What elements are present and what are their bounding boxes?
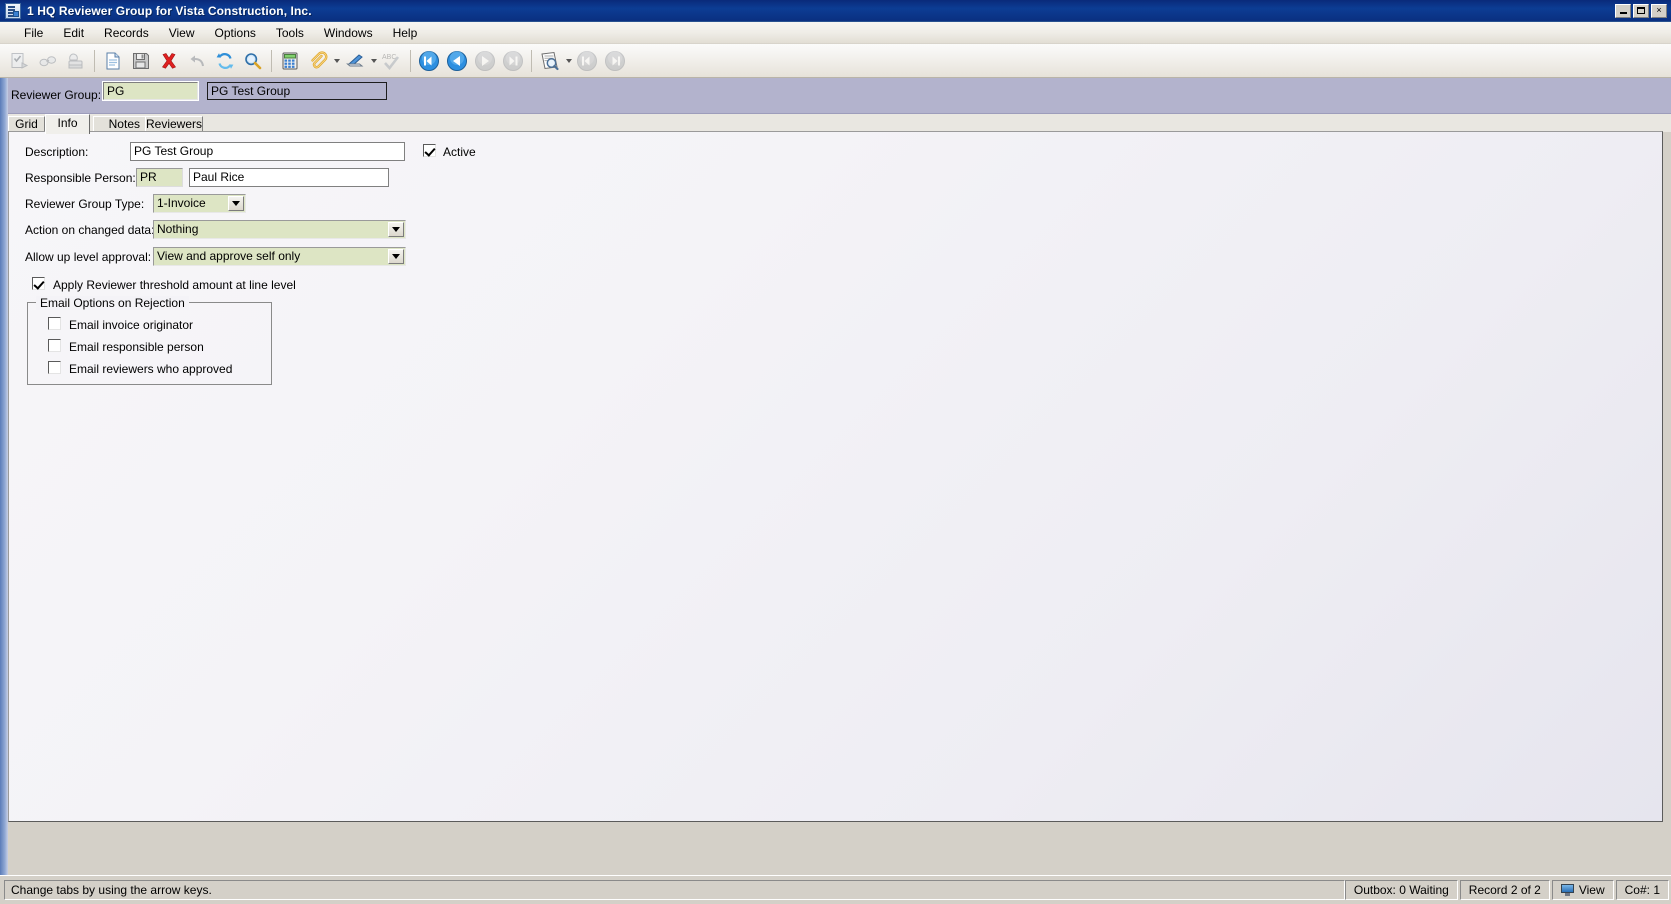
menu-help[interactable]: Help	[383, 23, 428, 43]
menu-tools[interactable]: Tools	[266, 23, 314, 43]
preview-icon[interactable]	[537, 48, 563, 74]
status-view-label: View	[1578, 883, 1605, 897]
undo-icon[interactable]	[184, 48, 210, 74]
email-options-title: Email Options on Rejection	[36, 296, 189, 310]
back-icon[interactable]	[574, 48, 600, 74]
chevron-down-icon[interactable]	[388, 222, 404, 237]
email-reviewers-approved-checkbox[interactable]	[48, 361, 61, 374]
description-input[interactable]: PG Test Group	[130, 142, 405, 161]
tab-strip: Grid Info Notes Reviewers	[0, 114, 1671, 134]
window-left-edge	[0, 78, 8, 875]
tab-reviewers[interactable]: Reviewers	[145, 116, 203, 132]
calculator-icon[interactable]	[277, 48, 303, 74]
attachment-icon[interactable]	[305, 48, 331, 74]
previous-record-icon[interactable]	[444, 48, 470, 74]
forward-icon[interactable]	[602, 48, 628, 74]
new-record-icon[interactable]	[100, 48, 126, 74]
reviewer-group-type-select[interactable]: 1-Invoice	[153, 194, 246, 213]
email-invoice-originator-label: Email invoice originator	[69, 318, 194, 332]
status-bar: Change tabs by using the arrow keys. Out…	[0, 875, 1671, 904]
menu-windows[interactable]: Windows	[314, 23, 383, 43]
application-window-icon	[5, 2, 21, 19]
first-record-icon[interactable]	[416, 48, 442, 74]
maximize-button[interactable]	[1633, 3, 1649, 18]
menu-file[interactable]: File	[14, 23, 53, 43]
status-message: Change tabs by using the arrow keys.	[4, 880, 1345, 900]
status-outbox[interactable]: Outbox: 0 Waiting	[1344, 880, 1458, 900]
info-tab-panel: Description: PG Test Group Active Respon…	[8, 131, 1663, 822]
toolbar: ABC	[0, 44, 1671, 78]
spellcheck-icon[interactable]: ABC	[379, 48, 405, 74]
attachment-dropdown-icon[interactable]	[332, 48, 341, 74]
menu-options[interactable]: Options	[205, 23, 266, 43]
active-label: Active	[443, 145, 476, 159]
window-title: 1 HQ Reviewer Group for Vista Constructi…	[27, 3, 312, 18]
email-reviewers-approved-label: Email reviewers who approved	[69, 362, 233, 376]
email-options-groupbox: Email Options on Rejection Email invoice…	[27, 296, 272, 385]
email-responsible-person-label: Email responsible person	[69, 340, 204, 354]
application-window: 1 HQ Reviewer Group for Vista Constructi…	[0, 0, 1671, 904]
menu-records[interactable]: Records	[94, 23, 159, 43]
reviewer-group-type-label: Reviewer Group Type:	[25, 197, 145, 211]
email-responsible-person-checkbox[interactable]	[48, 339, 61, 352]
apply-threshold-checkbox[interactable]	[32, 277, 45, 290]
next-record-icon[interactable]	[472, 48, 498, 74]
tab-grid[interactable]: Grid	[8, 116, 45, 132]
allow-up-level-approval-label: Allow up level approval:	[25, 250, 152, 264]
allow-up-level-approval-value: View and approve self only	[157, 249, 301, 263]
menu-view[interactable]: View	[159, 23, 205, 43]
status-company: Co#: 1	[1615, 880, 1669, 900]
responsible-person-label: Responsible Person:	[25, 171, 136, 185]
minimize-button[interactable]	[1615, 3, 1631, 18]
stamp-icon[interactable]	[63, 48, 89, 74]
window-controls: ×	[1615, 3, 1671, 18]
status-view[interactable]: View	[1551, 880, 1614, 900]
scanner-icon[interactable]	[342, 48, 368, 74]
refresh-icon[interactable]	[212, 48, 238, 74]
title-bar: 1 HQ Reviewer Group for Vista Constructi…	[0, 0, 1671, 22]
active-checkbox[interactable]	[423, 144, 436, 157]
menu-edit[interactable]: Edit	[53, 23, 94, 43]
menu-bar: File Edit Records View Options Tools Win…	[0, 22, 1671, 44]
toolbar-separator	[410, 49, 411, 72]
tab-info[interactable]: Info	[45, 114, 90, 134]
chevron-down-icon[interactable]	[228, 196, 244, 211]
apply-threshold-label: Apply Reviewer threshold amount at line …	[53, 278, 296, 292]
toolbar-separator	[94, 49, 95, 72]
preview-dropdown-icon[interactable]	[564, 48, 573, 74]
save-icon[interactable]	[128, 48, 154, 74]
responsible-person-code-input[interactable]: PR	[136, 168, 183, 187]
tab-notes[interactable]: Notes	[93, 116, 146, 132]
close-button[interactable]: ×	[1651, 3, 1667, 18]
allow-up-level-approval-select[interactable]: View and approve self only	[153, 247, 406, 266]
action-on-changed-data-select[interactable]: Nothing	[153, 220, 406, 239]
status-record: Record 2 of 2	[1459, 880, 1550, 900]
reviewer-group-label: Reviewer Group:	[11, 88, 102, 102]
last-record-icon[interactable]	[500, 48, 526, 74]
action-on-changed-data-label: Action on changed data:	[25, 223, 155, 237]
find-icon[interactable]	[240, 48, 266, 74]
delete-icon[interactable]	[156, 48, 182, 74]
description-label: Description:	[25, 145, 89, 159]
toolbar-separator	[271, 49, 272, 72]
reviewer-group-type-value: 1-Invoice	[157, 196, 206, 210]
check-form-icon[interactable]	[7, 48, 33, 74]
reviewer-group-description-display: PG Test Group	[207, 82, 387, 100]
reviewer-group-code-input[interactable]: PG	[102, 81, 199, 101]
action-on-changed-data-value: Nothing	[157, 222, 199, 236]
email-invoice-originator-checkbox[interactable]	[48, 317, 61, 330]
scanner-dropdown-icon[interactable]	[369, 48, 378, 74]
close-icon: ×	[1656, 5, 1662, 15]
responsible-person-name-display: Paul Rice	[189, 168, 389, 187]
chevron-down-icon[interactable]	[388, 249, 404, 264]
monitor-icon	[1560, 884, 1574, 896]
binoculars-icon[interactable]	[35, 48, 61, 74]
toolbar-separator	[531, 49, 532, 72]
